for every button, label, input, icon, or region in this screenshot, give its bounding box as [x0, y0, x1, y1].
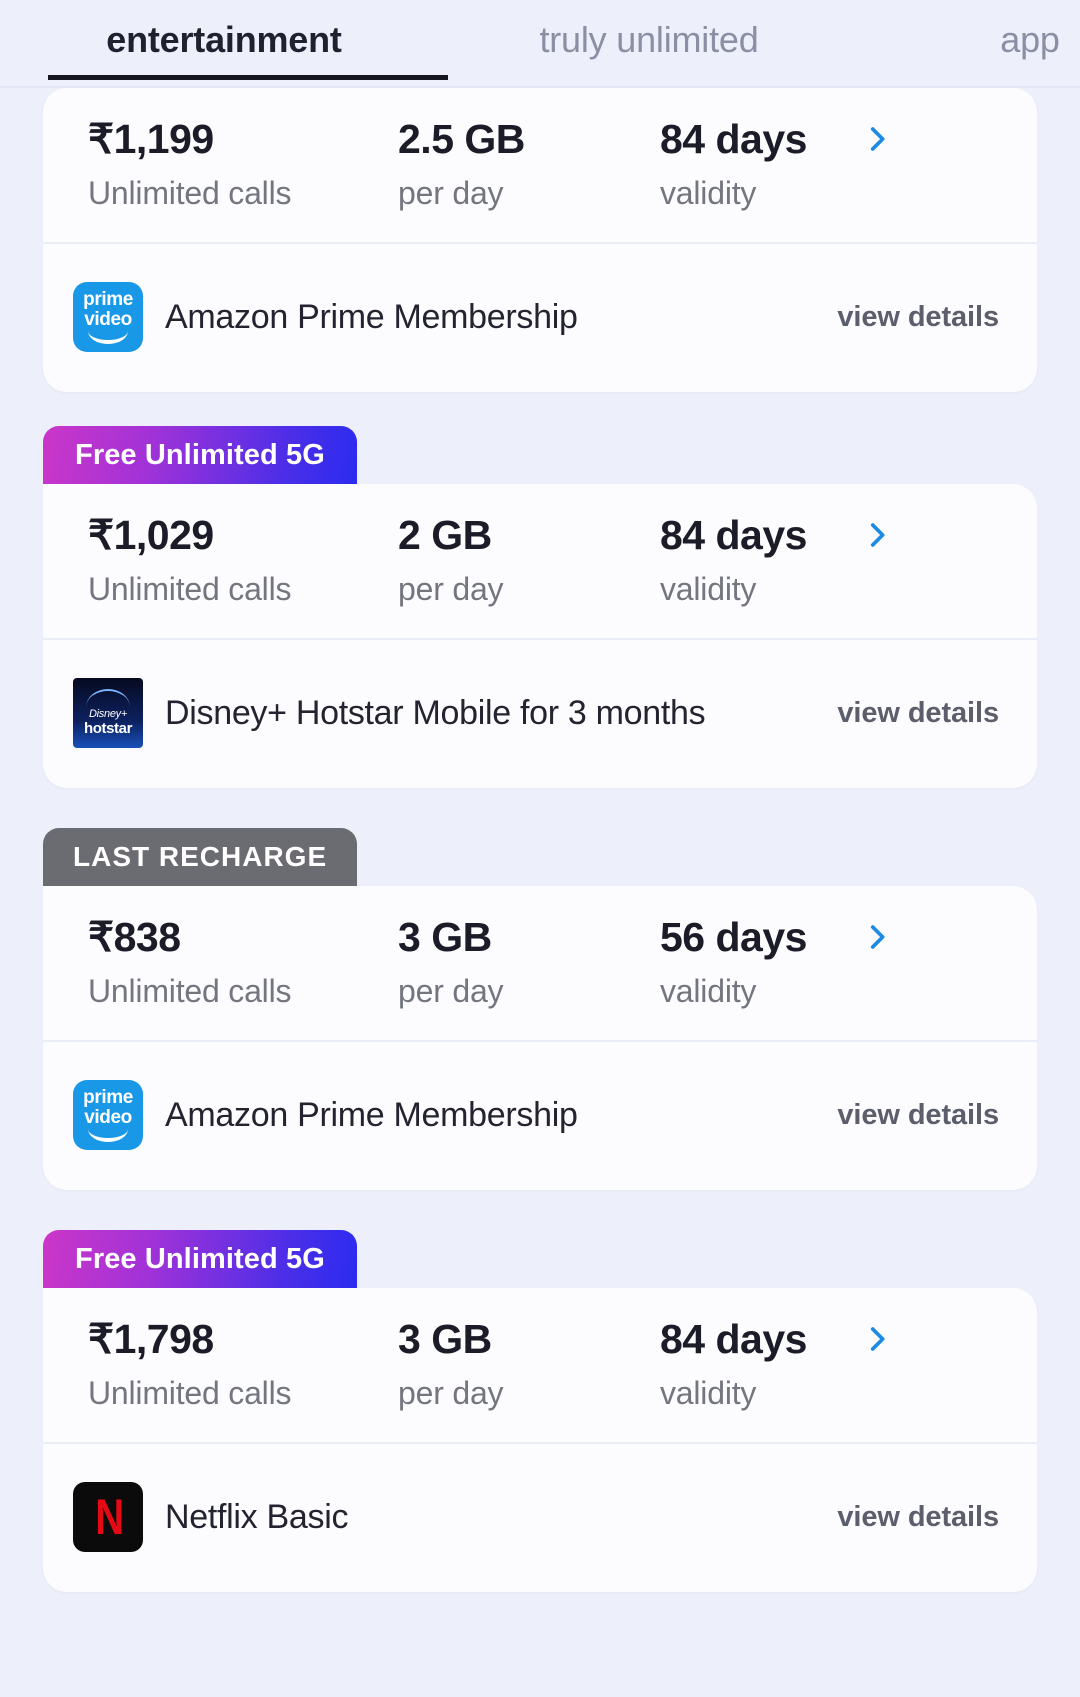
plan-data-column: 3 GB per day [398, 1314, 660, 1412]
plan-validity: 84 days [660, 1316, 807, 1363]
plan-validity-column: 56 days validity [660, 912, 860, 1010]
plan-validity-column: 84 days validity [660, 510, 860, 608]
plan-card-838[interactable]: LAST RECHARGE ₹838 Unlimited calls 3 GB … [0, 828, 1080, 1191]
plan-benefit-label: Disney+ Hotstar Mobile for 3 months [165, 693, 706, 732]
plan-summary-row[interactable]: ₹1,199 Unlimited calls 2.5 GB per day 84… [43, 88, 1037, 242]
plan-validity-sub: validity [660, 973, 757, 1010]
plan-validity-column: 84 days validity [660, 114, 860, 212]
plan-data-sub: per day [398, 175, 504, 212]
plan-validity-column: 84 days validity [660, 1314, 860, 1412]
plan-data: 2.5 GB [398, 116, 525, 162]
plan-data-sub: per day [398, 1375, 504, 1412]
plan-benefit-row[interactable]: prime video Amazon Prime Membership view … [43, 1042, 1037, 1190]
plan-card-1199[interactable]: ₹1,199 Unlimited calls 2.5 GB per day 84… [0, 88, 1080, 393]
plan-summary-row[interactable]: ₹1,798 Unlimited calls 3 GB per day 84 d… [43, 1288, 1037, 1442]
plan-price-column: ₹838 Unlimited calls [43, 912, 398, 1010]
plan-expand-arrow[interactable] [860, 114, 1037, 156]
plan-price: ₹1,029 [88, 512, 214, 559]
tab-truly-unlimited[interactable]: truly unlimited [448, 0, 850, 80]
tab-entertainment-label: entertainment [106, 19, 342, 60]
plan-price-column: ₹1,029 Unlimited calls [43, 510, 398, 608]
plan-calls: Unlimited calls [88, 1375, 292, 1412]
plan-validity-sub: validity [660, 175, 757, 212]
view-details-link[interactable]: view details [837, 1501, 999, 1534]
tab-app[interactable]: app [850, 0, 1080, 80]
plan-card-1029[interactable]: Free Unlimited 5G ₹1,029 Unlimited calls… [0, 426, 1080, 789]
plan-card-body[interactable]: ₹838 Unlimited calls 3 GB per day 56 day… [43, 886, 1037, 1191]
plan-benefit-row[interactable]: Disney+ hotstar Disney+ Hotstar Mobile fo… [43, 640, 1037, 788]
chevron-right-icon[interactable] [860, 1322, 894, 1356]
plan-list[interactable]: ₹1,199 Unlimited calls 2.5 GB per day 84… [0, 88, 1080, 1697]
disney-hotstar-icon: Disney+ hotstar [73, 678, 143, 749]
plan-price-column: ₹1,798 Unlimited calls [43, 1314, 398, 1412]
plan-card-body[interactable]: ₹1,199 Unlimited calls 2.5 GB per day 84… [43, 88, 1037, 393]
plan-expand-arrow[interactable] [860, 510, 1037, 552]
plan-data-column: 2.5 GB per day [398, 114, 660, 212]
plan-data-sub: per day [398, 571, 504, 608]
plan-card-1798[interactable]: Free Unlimited 5G ₹1,798 Unlimited calls… [0, 1230, 1080, 1593]
plan-price: ₹838 [88, 914, 181, 961]
plan-card-body[interactable]: ₹1,798 Unlimited calls 3 GB per day 84 d… [43, 1288, 1037, 1593]
plan-validity: 56 days [660, 914, 807, 961]
plan-calls: Unlimited calls [88, 175, 292, 212]
tab-app-label: app [1000, 19, 1060, 60]
amazon-prime-video-icon: prime video [73, 1080, 143, 1151]
tab-truly-unlimited-label: truly unlimited [539, 19, 759, 60]
plan-data-column: 3 GB per day [398, 912, 660, 1010]
plan-data: 3 GB [398, 914, 492, 961]
plan-validity: 84 days [660, 512, 807, 559]
plan-price: ₹1,798 [88, 1316, 214, 1363]
amazon-prime-video-icon: prime video [73, 282, 143, 353]
plan-benefit-label: Amazon Prime Membership [165, 1095, 578, 1134]
plan-summary-row[interactable]: ₹1,029 Unlimited calls 2 GB per day 84 d… [43, 484, 1037, 638]
view-details-link[interactable]: view details [837, 301, 999, 334]
plan-expand-arrow[interactable] [860, 1314, 1037, 1356]
recharge-plans-screen: entertainment truly unlimited app ₹1,199… [0, 0, 1080, 1697]
plan-benefit-row[interactable]: prime video Amazon Prime Membership view … [43, 244, 1037, 392]
plan-benefit-label: Netflix Basic [165, 1497, 349, 1536]
plan-price-column: ₹1,199 Unlimited calls [43, 114, 398, 212]
plan-data: 3 GB [398, 1316, 492, 1363]
plan-card-body[interactable]: ₹1,029 Unlimited calls 2 GB per day 84 d… [43, 484, 1037, 789]
plan-validity-sub: validity [660, 571, 757, 608]
netflix-icon: N [73, 1482, 143, 1553]
plan-summary-row[interactable]: ₹838 Unlimited calls 3 GB per day 56 day… [43, 886, 1037, 1040]
badge-free-unlimited-5g: Free Unlimited 5G [43, 426, 357, 485]
tab-active-underline [48, 75, 448, 80]
badge-free-unlimited-5g: Free Unlimited 5G [43, 1230, 357, 1289]
plan-validity-sub: validity [660, 1375, 757, 1412]
plan-benefit-row[interactable]: N Netflix Basic view details [43, 1444, 1037, 1592]
plan-calls: Unlimited calls [88, 571, 292, 608]
view-details-link[interactable]: view details [837, 1099, 999, 1132]
badge-last-recharge: LAST RECHARGE [43, 828, 358, 887]
plan-data: 2 GB [398, 512, 492, 559]
tab-entertainment[interactable]: entertainment [0, 0, 448, 80]
plan-calls: Unlimited calls [88, 973, 292, 1010]
chevron-right-icon[interactable] [860, 920, 894, 954]
plan-expand-arrow[interactable] [860, 912, 1037, 954]
plan-benefit-label: Amazon Prime Membership [165, 297, 578, 336]
plan-data-column: 2 GB per day [398, 510, 660, 608]
plan-data-sub: per day [398, 973, 504, 1010]
plan-category-tabs: entertainment truly unlimited app [0, 0, 1080, 88]
view-details-link[interactable]: view details [837, 697, 999, 730]
plan-price: ₹1,199 [88, 116, 214, 162]
plan-validity: 84 days [660, 116, 807, 162]
chevron-right-icon[interactable] [860, 122, 894, 156]
chevron-right-icon[interactable] [860, 518, 894, 552]
